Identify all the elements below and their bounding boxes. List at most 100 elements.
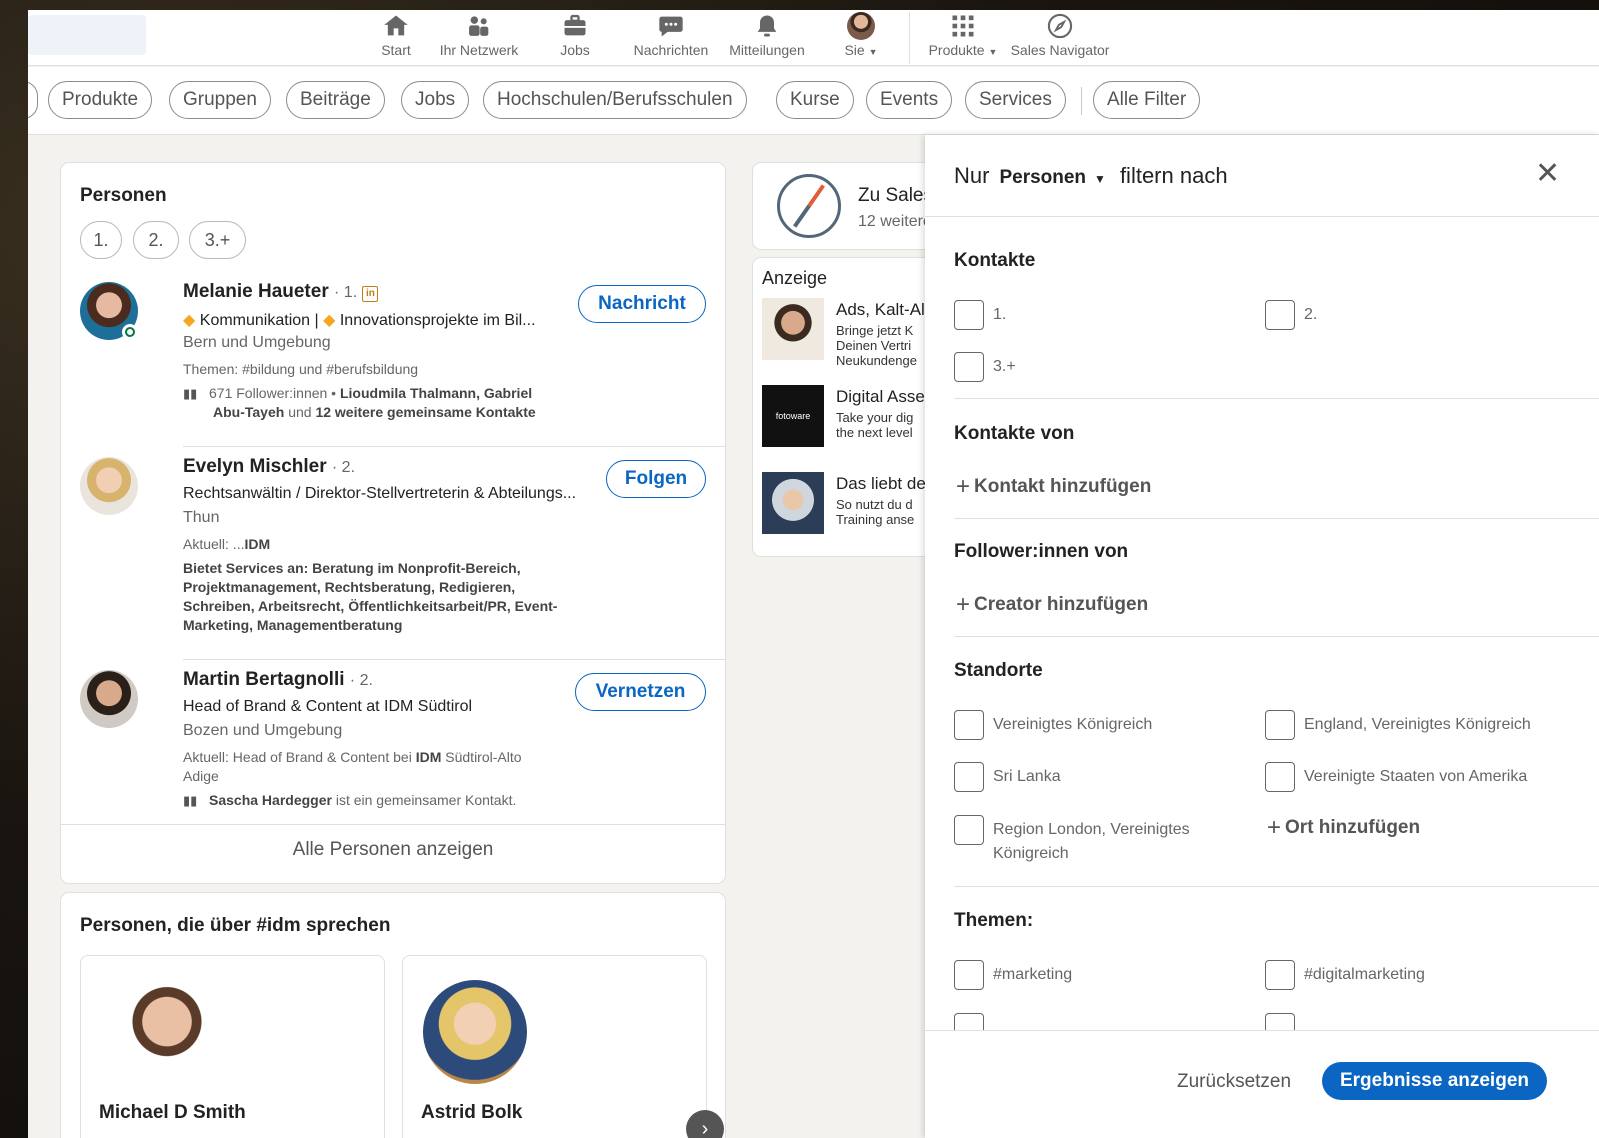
person-card[interactable]: Michael D Smith	[80, 955, 385, 1138]
message-button[interactable]: Nachricht	[578, 285, 706, 323]
checkbox-label: 2.	[1304, 306, 1318, 323]
messaging-icon	[659, 16, 683, 37]
person-card[interactable]: Astrid Bolk	[402, 955, 707, 1138]
filter-chip-beitraege[interactable]: Beiträge	[286, 81, 385, 119]
people-icon: ▮▮	[183, 386, 198, 401]
search-filter-bar: Produkte Gruppen Beiträge Jobs Hochschul…	[28, 67, 1599, 135]
ad-body: Bringe jetzt K	[836, 323, 914, 338]
fotoware-logo: fotoware	[775, 411, 811, 421]
divider	[954, 518, 1599, 519]
nav-start[interactable]: Start	[365, 12, 427, 64]
person-services: Marketing, Managementberatung	[183, 617, 403, 633]
avatar[interactable]	[80, 457, 138, 515]
filter-chip-alle-filter[interactable]: Alle Filter	[1093, 81, 1201, 119]
checkbox-kontakte-2[interactable]	[1265, 300, 1295, 330]
checkbox-location-sri-lanka[interactable]	[954, 762, 984, 792]
checkbox-label: Region London, Vereinigtes	[993, 821, 1190, 838]
nav-jobs[interactable]: Jobs	[553, 12, 597, 64]
degree-filter-2[interactable]: 2.	[133, 221, 179, 259]
degree-filter-3[interactable]: 3.+	[189, 221, 246, 259]
person-name[interactable]: Martin Bertagnolli · 2.	[183, 669, 373, 691]
nav-sales-navigator[interactable]: Sales Navigator	[1006, 12, 1114, 64]
compass-icon	[1047, 13, 1073, 39]
filter-chip-gruppen[interactable]: Gruppen	[169, 81, 271, 119]
checkbox-label: #digitalmarketing	[1304, 966, 1425, 983]
follow-button[interactable]: Folgen	[606, 460, 706, 498]
divider	[954, 398, 1599, 399]
sales-title: Zu Sales	[858, 185, 933, 206]
plus-icon: +	[1267, 814, 1282, 841]
nav-label: Produkte ▼	[928, 42, 998, 58]
ad-title[interactable]: Digital Asse	[836, 387, 925, 407]
nav-products[interactable]: Produkte ▼	[923, 12, 1003, 64]
checkbox-label: England, Vereinigtes Königreich	[1304, 716, 1531, 733]
checkbox-topic-digitalmarketing[interactable]	[1265, 960, 1295, 990]
add-contact-button[interactable]: + Kontakt hinzufügen	[956, 473, 1151, 501]
checkbox-label: 3.+	[993, 358, 1016, 375]
section-title-standorte: Standorte	[954, 660, 1043, 681]
show-all-people-link[interactable]: Alle Personen anzeigen	[61, 839, 725, 861]
nav-me[interactable]: Sie ▼	[836, 12, 886, 64]
add-location-button[interactable]: + Ort hinzufügen	[1267, 814, 1420, 842]
ad-logo[interactable]: fotoware	[762, 385, 824, 447]
person-services: Schreiben, Arbeitsrecht, Öffentlichkeits…	[183, 598, 558, 614]
ad-image[interactable]	[762, 298, 824, 360]
avatar	[115, 980, 219, 1084]
sales-subtitle: 12 weitere	[858, 213, 932, 230]
home-icon	[384, 15, 408, 36]
ad-title[interactable]: Ads, Kalt-Al	[836, 300, 925, 320]
network-icon	[469, 16, 489, 36]
nav-network[interactable]: Ihr Netzwerk	[431, 12, 527, 64]
filter-chip-events[interactable]: Events	[866, 81, 953, 119]
top-navigation: Start Ihr Netzwerk Jobs Nachrichten Mitt…	[28, 10, 1599, 66]
connect-button[interactable]: Vernetzen	[575, 673, 706, 711]
ad-title[interactable]: Das liebt de	[836, 474, 926, 494]
person-headline: Head of Brand & Content at IDM Südtirol	[183, 698, 473, 715]
card-title: Personen	[80, 185, 167, 206]
avatar[interactable]	[80, 670, 138, 728]
add-creator-button[interactable]: + Creator hinzufügen	[956, 591, 1148, 619]
filter-chip-produkte[interactable]: Produkte	[48, 81, 153, 119]
checkbox-location-england[interactable]	[1265, 710, 1295, 740]
checkbox-label: Vereinigte Staaten von Amerika	[1304, 768, 1528, 785]
nav-label: Sales Navigator	[1010, 42, 1110, 58]
ad-body: Training anse	[836, 512, 915, 527]
checkbox-topic-marketing[interactable]	[954, 960, 984, 990]
person-name: Michael D Smith	[99, 1102, 246, 1123]
bell-icon	[757, 15, 777, 37]
checkbox-location-usa[interactable]	[1265, 762, 1295, 792]
checkbox-location-london[interactable]	[954, 815, 984, 845]
ad-image[interactable]	[762, 472, 824, 534]
close-icon[interactable]: ✕	[1535, 159, 1560, 189]
nav-notifications[interactable]: Mitteilungen	[722, 12, 812, 64]
checkbox-location-uk[interactable]	[954, 710, 984, 740]
caret-down-icon[interactable]: ▼	[1094, 172, 1106, 186]
nav-messaging[interactable]: Nachrichten	[627, 12, 715, 64]
result-type-dropdown[interactable]: Personen	[999, 167, 1086, 188]
person-mutuals: ▮▮ 671 Follower:innen • Lioudmila Thalman…	[183, 385, 533, 401]
online-status-icon	[122, 324, 138, 340]
nav-label: Mitteilungen	[729, 42, 805, 58]
person-name[interactable]: Melanie Haueter · 1. in	[183, 281, 379, 303]
checkbox-label: Sri Lanka	[993, 768, 1061, 785]
checkbox-kontakte-1[interactable]	[954, 300, 984, 330]
filter-chip-services[interactable]: Services	[965, 81, 1066, 119]
checkbox-topic-clipped[interactable]	[954, 1013, 984, 1030]
filter-chip-hochschulen[interactable]: Hochschulen/Berufsschulen	[483, 81, 747, 119]
filter-chip-kurse[interactable]: Kurse	[776, 81, 854, 119]
diamond-icon: ◆	[323, 312, 336, 329]
nav-label: Nachrichten	[633, 42, 709, 58]
reset-button[interactable]: Zurücksetzen	[1177, 1071, 1291, 1093]
person-location: Bozen und Umgebung	[183, 722, 343, 739]
checkbox-topic-clipped[interactable]	[1265, 1013, 1295, 1030]
person-services: Projektmanagement, Rechtsberatung, Redig…	[183, 579, 516, 595]
degree-filter-1[interactable]: 1.	[80, 221, 122, 259]
checkbox-kontakte-3[interactable]	[954, 352, 984, 382]
show-results-button[interactable]: Ergebnisse anzeigen	[1322, 1062, 1547, 1100]
person-name[interactable]: Evelyn Mischler · 2.	[183, 456, 355, 478]
filter-chip-previous[interactable]	[28, 81, 38, 119]
avatar	[847, 12, 875, 40]
search-input[interactable]	[28, 15, 146, 55]
filter-chip-jobs[interactable]: Jobs	[401, 81, 470, 119]
person-location: Bern und Umgebung	[183, 334, 331, 351]
